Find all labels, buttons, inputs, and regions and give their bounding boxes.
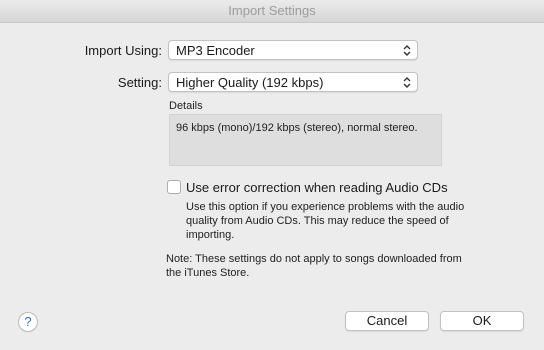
- import-using-value: MP3 Encoder: [176, 43, 255, 58]
- error-correction-checkbox[interactable]: [167, 180, 181, 194]
- ok-button[interactable]: OK: [440, 311, 524, 331]
- chevron-up-down-icon: [403, 77, 411, 88]
- help-button[interactable]: ?: [18, 312, 38, 332]
- import-using-label: Import Using:: [84, 43, 162, 58]
- cancel-button[interactable]: Cancel: [345, 311, 429, 331]
- setting-label: Setting:: [117, 75, 162, 90]
- details-label: Details: [169, 100, 203, 112]
- itunes-store-note: Note: These settings do not apply to son…: [166, 253, 462, 279]
- details-text: 96 kbps (mono)/192 kbps (stereo), normal…: [176, 122, 418, 134]
- error-correction-label[interactable]: Use error correction when reading Audio …: [186, 180, 448, 195]
- chevron-up-down-icon: [403, 45, 411, 56]
- details-box: 96 kbps (mono)/192 kbps (stereo), normal…: [169, 114, 442, 166]
- window-title: Import Settings: [0, 0, 544, 23]
- error-correction-help: Use this option if you experience proble…: [186, 201, 465, 241]
- setting-value: Higher Quality (192 kbps): [176, 75, 324, 90]
- setting-select[interactable]: Higher Quality (192 kbps): [168, 72, 418, 92]
- import-using-select[interactable]: MP3 Encoder: [168, 40, 418, 60]
